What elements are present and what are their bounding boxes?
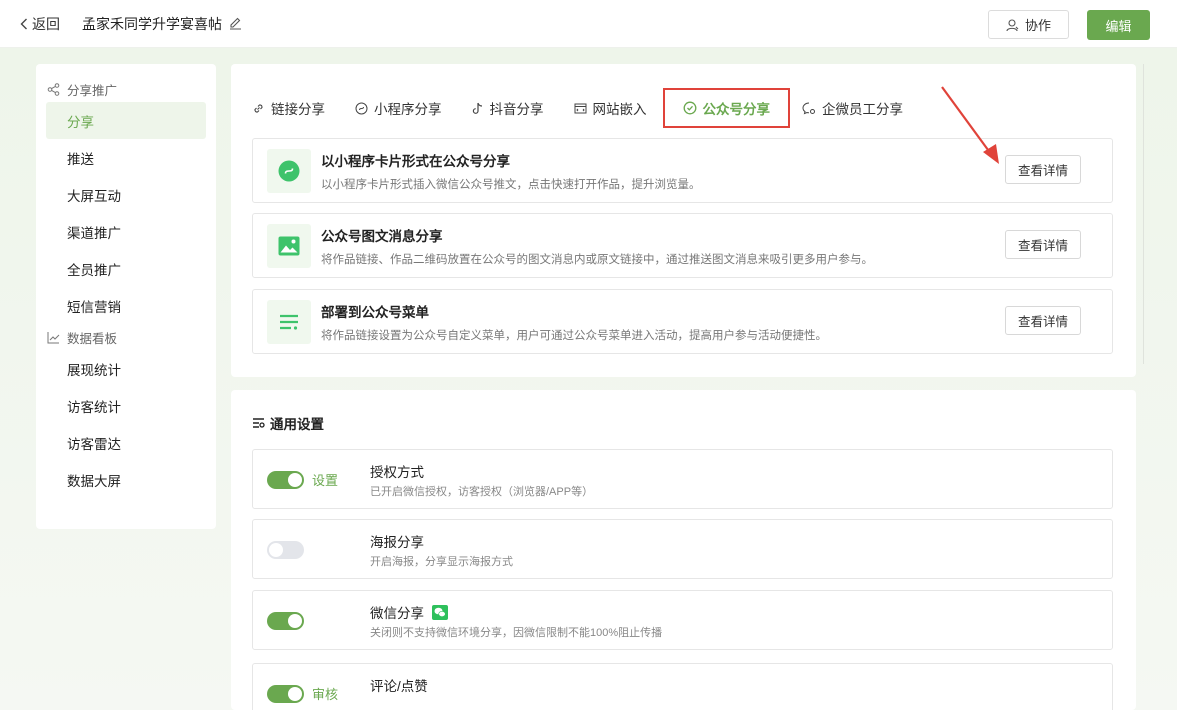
general-settings-card: 通用设置 设置 授权方式 已开启微信授权，访客授权（浏览器/APP等） 海报分享… [231,390,1136,710]
tab-official-account-share[interactable]: 公众号分享 [662,88,790,128]
option-title: 部署到公众号菜单 [321,305,429,320]
mini-program-card-icon [267,149,311,193]
document-title-text: 孟家禾同学升学宴喜帖 [82,15,222,32]
option-description: 将作品链接设置为公众号自定义菜单，用户可通过公众号菜单进入活动，提高用户参与活动… [321,330,827,342]
sidebar-section-share: 分享推广 [36,76,216,102]
menu-list-icon [267,300,311,344]
setting-title: 海报分享 [370,531,424,551]
tab-link-share-label: 链接分享 [271,102,325,117]
edit-button[interactable]: 编辑 [1087,10,1150,40]
setting-comment-like: 审核 评论/点赞 [252,663,1113,710]
setting-title-text: 微信分享 [370,606,424,621]
setting-title-text: 授权方式 [370,465,424,480]
image-message-icon [267,224,311,268]
document-title: 孟家禾同学升学宴喜帖 [82,14,242,34]
sidebar-item-sms[interactable]: 短信营销 [46,287,206,324]
share-tabs: 链接分享 小程序分享 抖音分享 网站嵌入 公众号分享 企微员工分享 [252,88,933,128]
tab-website-embed[interactable]: 网站嵌入 [574,96,647,120]
tab-mini-program-share-label: 小程序分享 [374,102,442,117]
setting-title-text: 海报分享 [370,535,424,550]
setting-title: 授权方式 [370,461,424,481]
auth-settings-link[interactable]: 设置 [312,470,338,489]
wecom-icon [802,102,815,114]
mini-program-icon [355,102,368,114]
setting-title-text: 评论/点赞 [370,679,428,694]
sidebar-item-display-stats[interactable]: 展现统计 [46,350,206,387]
sidebar-item-visitor-stats[interactable]: 访客统计 [46,387,206,424]
setting-title: 微信分享 [370,602,448,622]
view-details-button[interactable]: 查看详情 [1005,306,1081,335]
back-label: 返回 [32,15,60,32]
sidebar: 分享推广 分享 推送 大屏互动 渠道推广 全员推广 短信营销 数据看板 展现统计… [36,64,216,529]
link-icon [254,103,263,113]
sidebar-section-share-label: 分享推广 [67,83,118,98]
settings-sliders-icon [253,418,265,428]
scrollbar-track[interactable] [1143,64,1144,364]
sidebar-item-visitor-radar[interactable]: 访客雷达 [46,424,206,461]
top-bar: 返回 孟家禾同学升学宴喜帖 协作 编辑 [0,0,1177,48]
option-title: 公众号图文消息分享 [321,229,443,244]
setting-description: 关闭则不支持微信环境分享，因微信限制不能100%阻止传播 [370,627,663,639]
website-icon [574,103,586,113]
collaborate-button[interactable]: 协作 [988,10,1069,39]
collaborate-label: 协作 [1024,18,1051,33]
official-account-icon [683,101,696,115]
review-link[interactable]: 审核 [312,684,338,703]
tab-link-share[interactable]: 链接分享 [252,96,325,120]
view-details-button[interactable]: 查看详情 [1005,155,1081,184]
setting-wechat-share: 微信分享 关闭则不支持微信环境分享，因微信限制不能100%阻止传播 [252,590,1113,650]
setting-description: 开启海报，分享显示海报方式 [370,556,513,568]
option-description: 以小程序卡片形式插入微信公众号推文，点击快速打开作品，提升浏览量。 [321,179,701,191]
poster-share-toggle[interactable] [267,541,304,559]
tab-website-embed-label: 网站嵌入 [592,102,647,117]
tab-mini-program-share[interactable]: 小程序分享 [355,96,442,120]
tab-douyin-share[interactable]: 抖音分享 [472,96,544,120]
collaborator-icon [1006,18,1019,31]
sidebar-item-all-staff[interactable]: 全员推广 [46,250,206,287]
annotation-arrow-icon [941,86,999,164]
sidebar-item-share[interactable]: 分享 [46,102,206,139]
general-settings-heading-text: 通用设置 [270,417,324,432]
tab-official-account-share-label: 公众号分享 [702,102,771,117]
tab-wecom-share-label: 企微员工分享 [822,102,903,117]
setting-title: 评论/点赞 [370,675,428,695]
back-button[interactable]: 返回 [20,14,60,34]
setting-auth-method: 设置 授权方式 已开启微信授权，访客授权（浏览器/APP等） [252,449,1113,509]
setting-description: 已开启微信授权，访客授权（浏览器/APP等） [370,486,594,498]
wechat-icon [432,604,448,620]
edit-pen-icon[interactable] [229,17,242,30]
option-menu-deploy: 部署到公众号菜单 将作品链接设置为公众号自定义菜单，用户可通过公众号菜单进入活动… [252,289,1113,354]
sidebar-section-data-label: 数据看板 [67,331,118,346]
option-description: 将作品链接、作品二维码放置在公众号的图文消息内或原文链接中，通过推送图文消息来吸… [321,254,873,266]
tab-douyin-share-label: 抖音分享 [489,102,544,117]
sidebar-item-big-screen[interactable]: 大屏互动 [46,176,206,213]
auth-method-toggle[interactable] [267,471,304,489]
douyin-icon [472,102,482,114]
option-title: 以小程序卡片形式在公众号分享 [321,154,510,169]
setting-poster-share: 海报分享 开启海报，分享显示海报方式 [252,519,1113,579]
share-icon [47,82,60,96]
comment-like-toggle[interactable] [267,685,304,703]
wechat-share-toggle[interactable] [267,612,304,630]
view-details-button[interactable]: 查看详情 [1005,230,1081,259]
chart-line-icon [47,331,60,343]
option-image-message: 公众号图文消息分享 将作品链接、作品二维码放置在公众号的图文消息内或原文链接中，… [252,213,1113,278]
sidebar-item-data-screen[interactable]: 数据大屏 [46,461,206,498]
tab-wecom-share[interactable]: 企微员工分享 [802,96,903,120]
chevron-left-icon [20,18,27,29]
sidebar-item-push[interactable]: 推送 [46,139,206,176]
sidebar-section-data: 数据看板 [36,324,216,350]
general-settings-heading: 通用设置 [252,413,324,433]
sidebar-item-channel[interactable]: 渠道推广 [46,213,206,250]
